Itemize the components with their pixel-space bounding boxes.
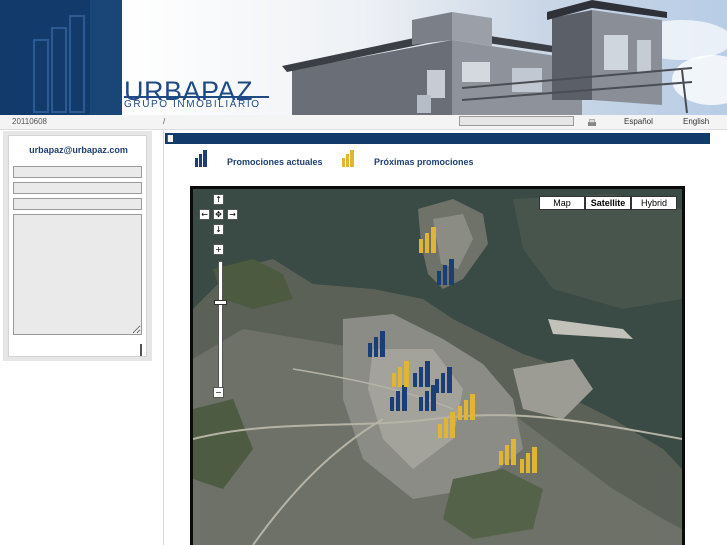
upcoming-promotion-marker[interactable] — [520, 447, 538, 473]
map-type-map-button[interactable]: Map — [539, 196, 585, 210]
contact-panel: urbapaz@urbapaz.com — [3, 131, 152, 361]
breadcrumb: / — [163, 117, 166, 126]
upcoming-promotions-link[interactable]: Próximas promociones — [374, 157, 474, 167]
upcoming-promotion-marker[interactable] — [458, 394, 476, 420]
current-promotion-marker[interactable] — [413, 361, 431, 387]
pan-left-icon[interactable]: ← — [199, 209, 210, 220]
contact-email[interactable]: urbapaz@urbapaz.com — [9, 145, 148, 155]
contact-form: urbapaz@urbapaz.com — [8, 135, 147, 357]
name-field[interactable] — [13, 166, 142, 178]
zoom-slider-thumb[interactable] — [214, 300, 227, 305]
print-icon[interactable] — [587, 119, 597, 127]
satellite-map[interactable]: Map Satellite Hybrid ↑ ← ✥ → ↓ + − — [193, 189, 682, 545]
upcoming-promotion-marker[interactable] — [499, 439, 517, 465]
language-spanish-link[interactable]: Español — [624, 117, 653, 126]
date-label: 20110608 — [12, 117, 47, 126]
phone-field[interactable] — [13, 198, 142, 210]
upcoming-promotion-marker[interactable] — [392, 361, 410, 387]
pan-center-icon[interactable]: ✥ — [213, 209, 224, 220]
site-header: URBAPAZ GRUPO INMOBILIARIO — [0, 0, 727, 115]
submit-button[interactable] — [140, 344, 142, 356]
brand-subtitle: GRUPO INMOBILIARIO — [124, 99, 261, 110]
search-input[interactable] — [459, 116, 574, 126]
language-english-link[interactable]: English — [683, 117, 709, 126]
upcoming-promotions-icon[interactable] — [342, 149, 356, 167]
zoom-out-button[interactable]: − — [213, 387, 224, 398]
brand-divider — [124, 96, 269, 98]
current-promotion-marker[interactable] — [368, 331, 386, 357]
map-legend: Promociones actuales Próximas promocione… — [165, 146, 710, 176]
content-divider — [163, 130, 164, 545]
pan-down-icon[interactable]: ↓ — [213, 224, 224, 235]
zoom-slider[interactable] — [218, 261, 223, 389]
message-textarea[interactable] — [13, 214, 142, 335]
building-bars-icon — [33, 0, 122, 115]
content-title-bar — [165, 133, 710, 144]
current-promotion-marker[interactable] — [390, 385, 408, 411]
info-strip: 20110608 / Español English — [0, 115, 727, 130]
upcoming-promotion-marker[interactable] — [438, 412, 456, 438]
zoom-in-button[interactable]: + — [213, 244, 224, 255]
current-promotion-marker[interactable] — [419, 385, 437, 411]
pan-up-icon[interactable]: ↑ — [213, 194, 224, 205]
map-frame: Map Satellite Hybrid ↑ ← ✥ → ↓ + − — [190, 186, 685, 545]
email-field[interactable] — [13, 182, 142, 194]
logo-panel — [0, 0, 122, 115]
map-type-satellite-button[interactable]: Satellite — [585, 196, 631, 210]
pan-right-icon[interactable]: → — [227, 209, 238, 220]
current-promotions-icon[interactable] — [195, 149, 209, 167]
map-type-hybrid-button[interactable]: Hybrid — [631, 196, 677, 210]
upcoming-promotion-marker[interactable] — [419, 227, 437, 253]
title-bar-tab — [167, 135, 173, 142]
current-promotion-marker[interactable] — [435, 367, 453, 393]
current-promotion-marker[interactable] — [437, 259, 455, 285]
current-promotions-link[interactable]: Promociones actuales — [227, 157, 323, 167]
